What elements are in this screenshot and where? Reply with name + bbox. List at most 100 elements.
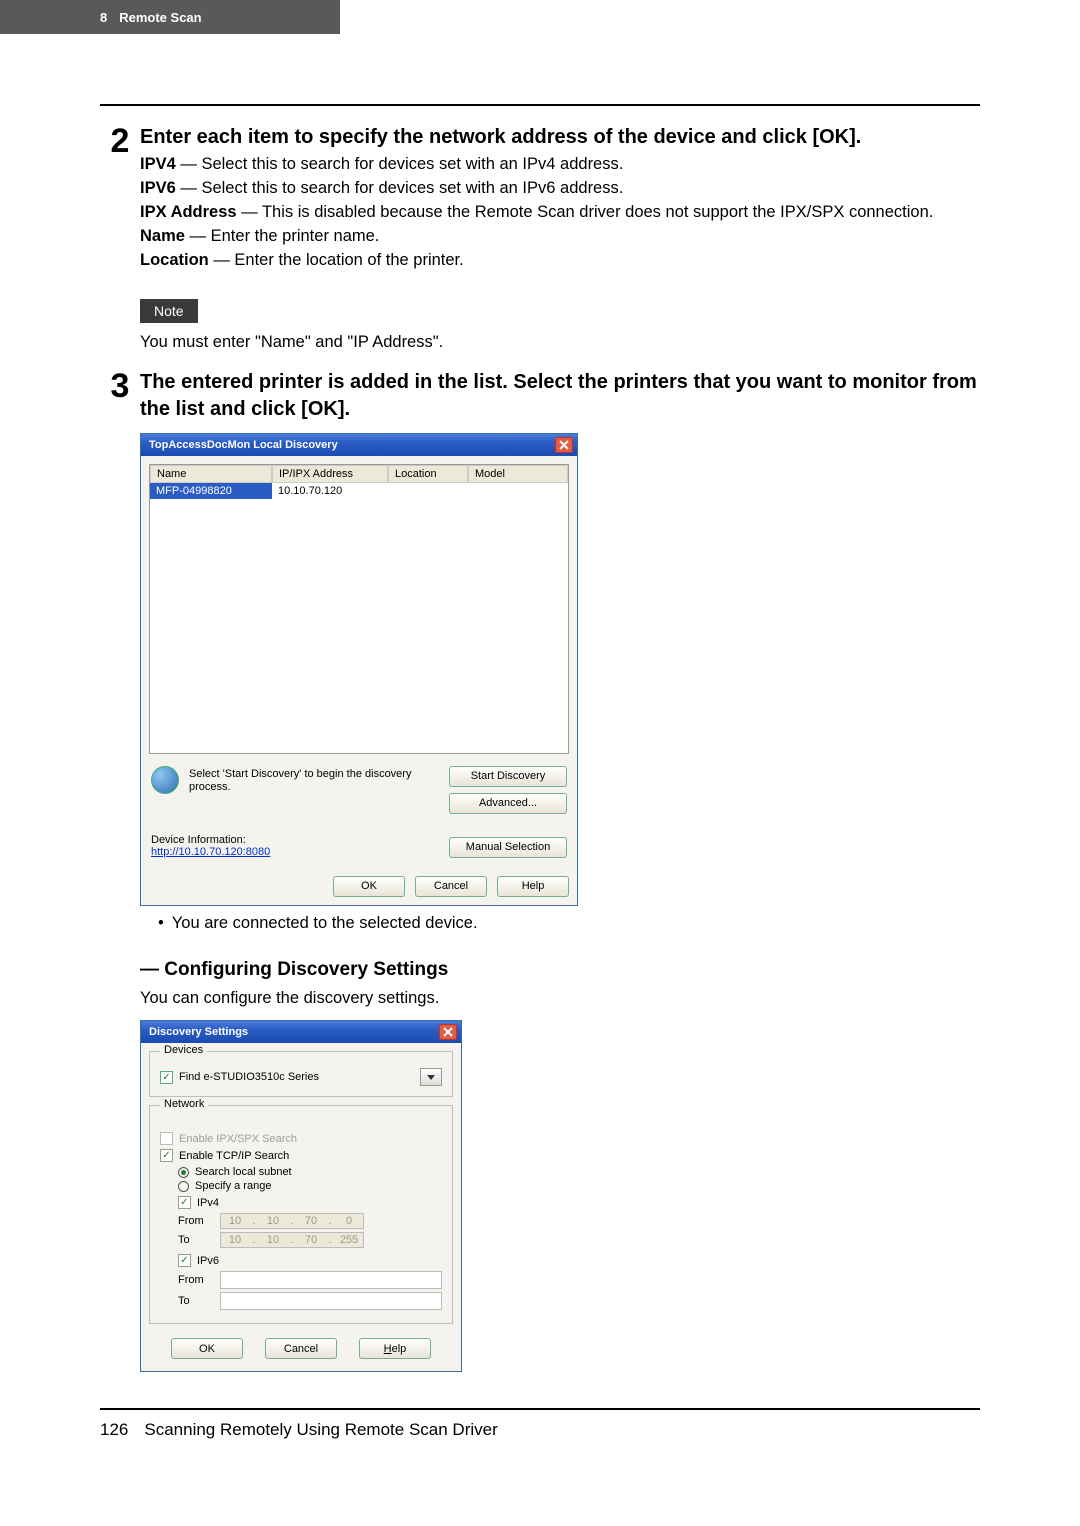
dialog1-titlebar: TopAccessDocMon Local Discovery <box>141 434 577 456</box>
step-3-title: The entered printer is added in the list… <box>140 369 980 423</box>
devices-group: Devices ✓ Find e-STUDIO3510c Series <box>149 1051 453 1097</box>
col-model[interactable]: Model <box>468 465 568 483</box>
dialog2-help-button[interactable]: Help <box>359 1338 431 1359</box>
close-icon[interactable] <box>555 437 573 453</box>
ipv6-label: IPv6 <box>197 1255 219 1267</box>
ipv4-desc: — Select this to search for devices set … <box>176 155 624 173</box>
config-discovery-intro: You can configure the discovery settings… <box>140 987 980 1011</box>
ipv6-checkbox[interactable]: ✓ <box>178 1254 191 1267</box>
network-legend: Network <box>160 1098 208 1110</box>
ipv6-from-row: From <box>178 1271 442 1289</box>
ipv6-to-row: To <box>178 1292 442 1310</box>
oct: 70 <box>299 1234 323 1246</box>
ipv6-row[interactable]: ✓ IPv6 <box>178 1254 442 1267</box>
note-text: You must enter "Name" and "IP Address". <box>140 331 980 355</box>
dialog1-ok-button[interactable]: OK <box>333 876 405 897</box>
device-list[interactable]: Name IP/IPX Address Location Model MFP-0… <box>149 464 569 754</box>
devices-dropdown-button[interactable] <box>420 1068 442 1086</box>
ipv6-desc: — Select this to search for devices set … <box>176 179 624 197</box>
manual-selection-button[interactable]: Manual Selection <box>449 837 567 858</box>
page-footer-text: Scanning Remotely Using Remote Scan Driv… <box>144 1420 497 1440</box>
help-rest: elp <box>392 1343 407 1355</box>
ipv4-from-input[interactable]: 10. 10. 70. 0 <box>220 1213 364 1229</box>
row-model <box>468 483 568 499</box>
device-list-row[interactable]: MFP-04998820 10.10.70.120 <box>150 483 568 499</box>
to-label: To <box>178 1234 210 1246</box>
from-label: From <box>178 1215 210 1227</box>
location-label: Location <box>140 251 209 269</box>
oct: 255 <box>337 1234 361 1246</box>
col-name[interactable]: Name <box>150 465 272 483</box>
dialog1-help-button[interactable]: Help <box>497 876 569 897</box>
chapter-title: Remote Scan <box>119 10 201 25</box>
discovery-settings-dialog: Discovery Settings Devices ✓ Find e-STUD… <box>140 1020 462 1372</box>
oct: 10 <box>223 1234 247 1246</box>
dialog2-title: Discovery Settings <box>149 1026 248 1038</box>
oct: 0 <box>337 1215 361 1227</box>
page-number: 126 <box>100 1420 128 1440</box>
oct: 70 <box>299 1215 323 1227</box>
devices-value: Find e-STUDIO3510c Series <box>179 1071 414 1083</box>
ipx-label: IPX Address <box>140 203 237 221</box>
specify-range-radio[interactable] <box>178 1181 189 1192</box>
dialog2-cancel-button[interactable]: Cancel <box>265 1338 337 1359</box>
ipv4-from-row: From 10. 10. 70. 0 <box>178 1213 442 1229</box>
page-header: 8 Remote Scan <box>0 0 340 34</box>
advanced-button[interactable]: Advanced... <box>449 793 567 814</box>
step-2-title: Enter each item to specify the network a… <box>140 124 980 151</box>
globe-icon <box>151 766 179 794</box>
specify-range-row[interactable]: Specify a range <box>178 1180 442 1192</box>
step-2: 2 Enter each item to specify the network… <box>100 124 980 355</box>
network-group: Network Enable IPX/SPX Search ✓ Enable T… <box>149 1105 453 1324</box>
to-label-2: To <box>178 1295 210 1307</box>
specify-range-label: Specify a range <box>195 1180 271 1192</box>
dialog1-cancel-button[interactable]: Cancel <box>415 876 487 897</box>
oct: 10 <box>223 1215 247 1227</box>
note-box: Note <box>140 299 198 323</box>
top-rule <box>100 104 980 106</box>
ipv4-checkbox[interactable]: ✓ <box>178 1196 191 1209</box>
row-ip: 10.10.70.120 <box>272 483 388 499</box>
tcpip-search-label: Enable TCP/IP Search <box>179 1150 289 1162</box>
ipv4-row[interactable]: ✓ IPv4 <box>178 1196 442 1209</box>
devices-legend: Devices <box>160 1044 207 1056</box>
page-footer: 126 Scanning Remotely Using Remote Scan … <box>100 1408 980 1440</box>
help-pre: H <box>384 1343 392 1355</box>
ipv6-to-input[interactable] <box>220 1292 442 1310</box>
step-2-number: 2 <box>100 124 140 158</box>
ipx-search-row: Enable IPX/SPX Search <box>160 1132 442 1145</box>
ipv4-to-input[interactable]: 10. 10. 70. 255 <box>220 1232 364 1248</box>
oct: 10 <box>261 1215 285 1227</box>
ipv6-from-input[interactable] <box>220 1271 442 1289</box>
location-desc: — Enter the location of the printer. <box>209 251 464 269</box>
device-info-label: Device Information: <box>151 834 270 846</box>
from-label-2: From <box>178 1274 210 1286</box>
device-info-link[interactable]: http://10.10.70.120:8080 <box>151 846 270 858</box>
local-discovery-dialog: TopAccessDocMon Local Discovery Name IP/… <box>140 433 578 906</box>
row-location <box>388 483 468 499</box>
search-local-radio[interactable] <box>178 1167 189 1178</box>
dialog1-title: TopAccessDocMon Local Discovery <box>149 439 338 451</box>
col-location[interactable]: Location <box>388 465 468 483</box>
ipv6-label: IPV6 <box>140 179 176 197</box>
name-label: Name <box>140 227 185 245</box>
dialog2-titlebar: Discovery Settings <box>141 1021 461 1043</box>
devices-checkbox[interactable]: ✓ <box>160 1071 173 1084</box>
close-icon[interactable] <box>439 1024 457 1040</box>
start-discovery-button[interactable]: Start Discovery <box>449 766 567 787</box>
tcpip-search-row[interactable]: ✓ Enable TCP/IP Search <box>160 1149 442 1162</box>
ipx-search-label: Enable IPX/SPX Search <box>179 1133 297 1145</box>
col-ip[interactable]: IP/IPX Address <box>272 465 388 483</box>
dialog2-ok-button[interactable]: OK <box>171 1338 243 1359</box>
ipx-desc: — This is disabled because the Remote Sc… <box>237 203 934 221</box>
name-desc: — Enter the printer name. <box>185 227 379 245</box>
chapter-number: 8 <box>100 10 107 25</box>
step-3-bullet-text: You are connected to the selected device… <box>172 914 478 933</box>
ipv4-label: IPV4 <box>140 155 176 173</box>
ipv4-label: IPv4 <box>197 1197 219 1209</box>
tcpip-search-checkbox[interactable]: ✓ <box>160 1149 173 1162</box>
search-local-row[interactable]: Search local subnet <box>178 1166 442 1178</box>
discovery-hint: Select 'Start Discovery' to begin the di… <box>189 766 439 794</box>
step-3: 3 The entered printer is added in the li… <box>100 369 980 1373</box>
step-3-bullet: • You are connected to the selected devi… <box>140 914 980 933</box>
